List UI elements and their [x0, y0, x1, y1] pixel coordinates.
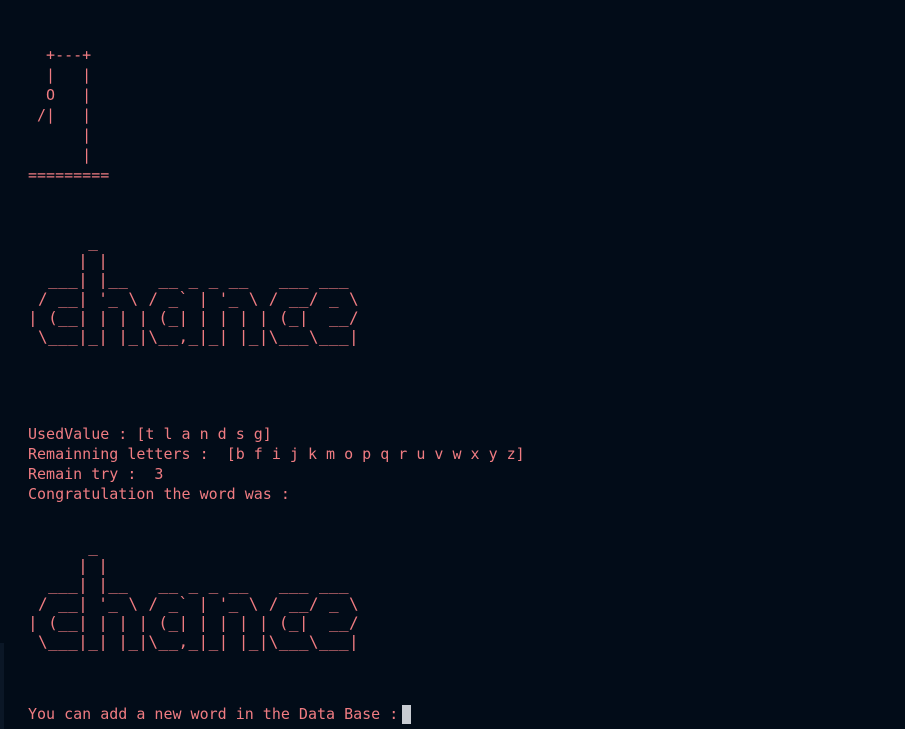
congratulation-line: Congratulation the word was : [28, 485, 290, 503]
game-status: UsedValue : [t l a n d s g] Remainning l… [28, 424, 525, 504]
used-value-line: UsedValue : [t l a n d s g] [28, 425, 272, 443]
prompt-text: You can add a new word in the Data Base … [28, 705, 399, 723]
ascii-word-result: _ | | ___| |__ __ _ _ __ ___ ___ / __| '… [28, 537, 360, 651]
text-cursor[interactable] [402, 704, 412, 724]
remaining-letters-line: Remainning letters : [b f i j k m o p q … [28, 445, 525, 463]
remain-try-line: Remain try : 3 [28, 465, 164, 483]
window-edge [0, 643, 4, 729]
terminal-window[interactable]: +---+ | | O | /| | | | ========= _ | | _… [0, 0, 905, 729]
ascii-word-banner: _ | | ___| |__ __ _ _ __ ___ ___ / __| '… [28, 232, 360, 346]
new-word-prompt[interactable]: You can add a new word in the Data Base … [28, 704, 412, 724]
hangman-gallows-art: +---+ | | O | /| | | | ========= [28, 46, 110, 184]
